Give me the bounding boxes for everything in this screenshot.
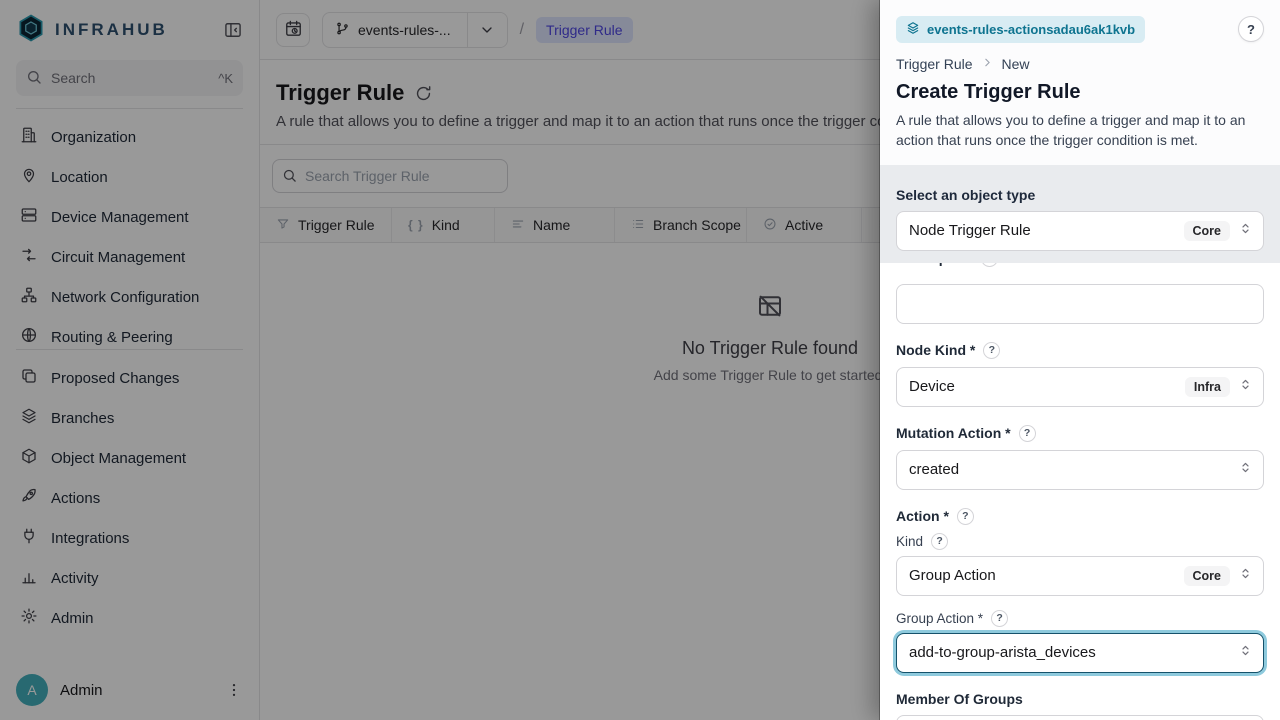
action-field-group: Action * ? Kind ? Group Action Core Grou… xyxy=(896,508,1264,673)
group-action-label: Group Action * xyxy=(896,611,983,626)
help-icon[interactable]: ? xyxy=(957,508,974,525)
help-icon[interactable]: ? xyxy=(981,263,998,267)
branch-badge-label: events-rules-actionsadau6ak1kvb xyxy=(927,22,1135,37)
object-type-label: Select an object type xyxy=(896,187,1264,203)
mutation-action-field: Mutation Action * ? created xyxy=(896,425,1264,490)
object-type-value: Node Trigger Rule xyxy=(909,222,1176,239)
namespace-badge: Infra xyxy=(1185,377,1230,397)
breadcrumb-parent: Trigger Rule xyxy=(896,56,973,72)
chevrons-up-down-icon xyxy=(1238,566,1253,585)
help-icon[interactable]: ? xyxy=(983,342,1000,359)
mutation-action-label: Mutation Action * xyxy=(896,425,1011,441)
chevron-right-icon xyxy=(981,56,994,72)
action-label: Action * xyxy=(896,508,949,524)
create-trigger-rule-drawer: events-rules-actionsadau6ak1kvb ? Trigge… xyxy=(880,0,1280,720)
help-icon[interactable]: ? xyxy=(931,533,948,550)
chevrons-up-down-icon xyxy=(1238,460,1253,479)
namespace-badge: Core xyxy=(1184,221,1230,241)
node-kind-label: Node Kind * xyxy=(896,342,975,358)
action-kind-label: Kind xyxy=(896,534,923,549)
chevrons-up-down-icon xyxy=(1238,377,1253,396)
help-icon[interactable]: ? xyxy=(991,610,1008,627)
action-kind-select[interactable]: Group Action Core xyxy=(896,556,1264,596)
member-of-groups-select[interactable] xyxy=(896,715,1264,720)
drawer-description: A rule that allows you to define a trigg… xyxy=(896,110,1264,151)
chevrons-up-down-icon xyxy=(1238,643,1253,662)
drawer-title: Create Trigger Rule xyxy=(896,81,1264,104)
help-icon[interactable]: ? xyxy=(1019,425,1036,442)
drawer-header: events-rules-actionsadau6ak1kvb ? Trigge… xyxy=(880,0,1280,165)
node-kind-field: Node Kind * ? Device Infra xyxy=(896,342,1264,407)
help-button[interactable]: ? xyxy=(1238,16,1264,42)
drawer-form: Description ? Node Kind * ? Device Infra… xyxy=(880,263,1280,720)
object-type-section: Select an object type Node Trigger Rule … xyxy=(880,165,1280,263)
clipped-field-label: Description ? xyxy=(896,263,1264,270)
mutation-action-select[interactable]: created xyxy=(896,450,1264,490)
layers-icon xyxy=(906,21,920,38)
member-of-groups-field: Member Of Groups xyxy=(896,691,1264,720)
branch-badge[interactable]: events-rules-actionsadau6ak1kvb xyxy=(896,16,1145,43)
namespace-badge: Core xyxy=(1184,566,1230,586)
group-action-select[interactable]: add-to-group-arista_devices xyxy=(896,633,1264,673)
chevrons-up-down-icon xyxy=(1238,221,1253,240)
member-of-groups-label: Member Of Groups xyxy=(896,691,1023,707)
object-type-select[interactable]: Node Trigger Rule Core xyxy=(896,211,1264,251)
breadcrumb-current: New xyxy=(1002,56,1030,72)
node-kind-select[interactable]: Device Infra xyxy=(896,367,1264,407)
drawer-breadcrumb: Trigger Rule New xyxy=(896,56,1264,72)
description-input[interactable] xyxy=(896,284,1264,324)
